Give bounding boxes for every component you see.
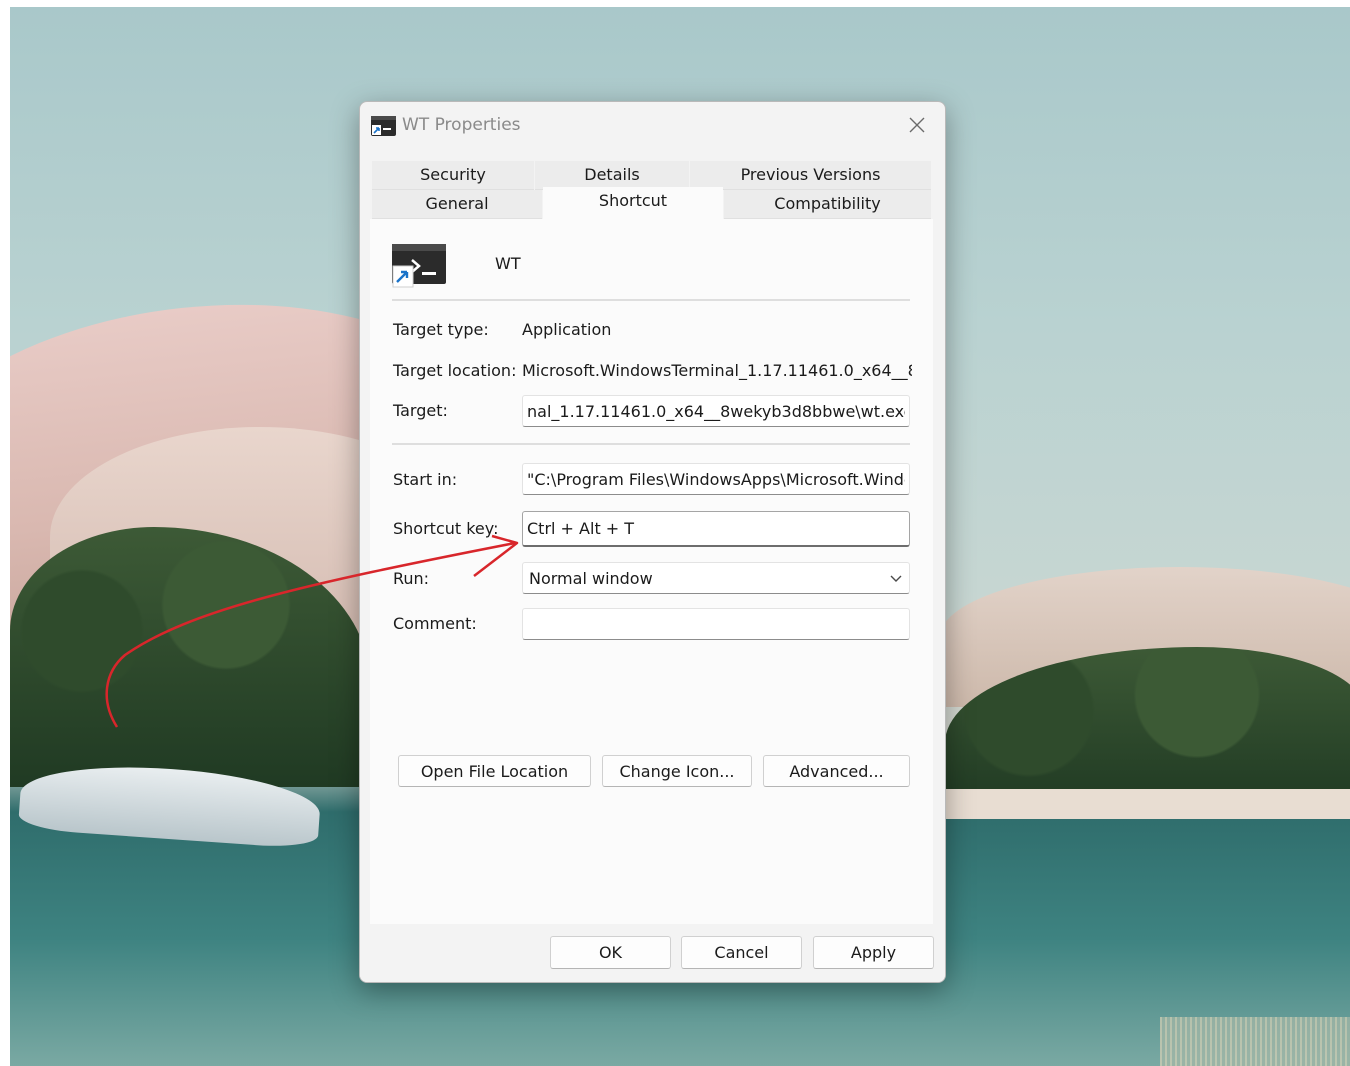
window-title: WT Properties [402, 115, 521, 135]
target-location-value: Microsoft.WindowsTerminal_1.17.11461.0_x… [522, 361, 912, 380]
wallpaper-shore [945, 789, 1350, 819]
comment-label: Comment: [393, 614, 477, 633]
shortcut-key-label: Shortcut key: [393, 519, 499, 538]
start-in-label: Start in: [393, 470, 458, 489]
run-select[interactable]: Normal window [522, 562, 910, 594]
dialog-footer: OK Cancel Apply [360, 924, 945, 982]
terminal-shortcut-icon [371, 116, 396, 136]
tab-shortcut[interactable]: Shortcut [543, 187, 723, 219]
divider [392, 443, 910, 445]
ok-button[interactable]: OK [550, 936, 671, 969]
properties-dialog: WT Properties Security Details Previous … [359, 101, 946, 983]
shortcut-key-field[interactable] [522, 511, 910, 547]
run-label: Run: [393, 569, 430, 588]
target-type-value: Application [522, 320, 612, 339]
wallpaper-reeds [1160, 1017, 1350, 1066]
target-type-label: Target type: [393, 320, 489, 339]
tab-strip: Security Details Previous Versions Gener… [372, 161, 931, 219]
divider [392, 299, 910, 301]
terminal-app-icon [392, 244, 446, 288]
start-in-field[interactable] [522, 463, 910, 495]
tab-security[interactable]: Security [372, 161, 534, 190]
close-icon [909, 117, 925, 133]
run-selected-value: Normal window [529, 568, 653, 588]
apply-button[interactable]: Apply [813, 936, 934, 969]
cancel-button[interactable]: Cancel [681, 936, 802, 969]
open-file-location-button[interactable]: Open File Location [398, 755, 591, 787]
title-bar[interactable]: WT Properties [360, 102, 945, 148]
advanced-button[interactable]: Advanced... [763, 755, 910, 787]
target-field[interactable] [522, 395, 910, 427]
chevron-down-icon [890, 575, 902, 582]
close-button[interactable] [900, 110, 934, 140]
tab-previous-versions[interactable]: Previous Versions [690, 161, 931, 190]
tab-compatibility[interactable]: Compatibility [724, 190, 931, 219]
target-location-label: Target location: [393, 361, 517, 380]
comment-field[interactable] [522, 608, 910, 640]
tab-general[interactable]: General [372, 190, 542, 219]
target-label: Target: [393, 401, 448, 420]
change-icon-button[interactable]: Change Icon... [602, 755, 752, 787]
shortcut-name: WT [495, 254, 521, 273]
shortcut-panel: WT Target type: Application Target locat… [370, 219, 933, 924]
tab-details[interactable]: Details [535, 161, 689, 190]
